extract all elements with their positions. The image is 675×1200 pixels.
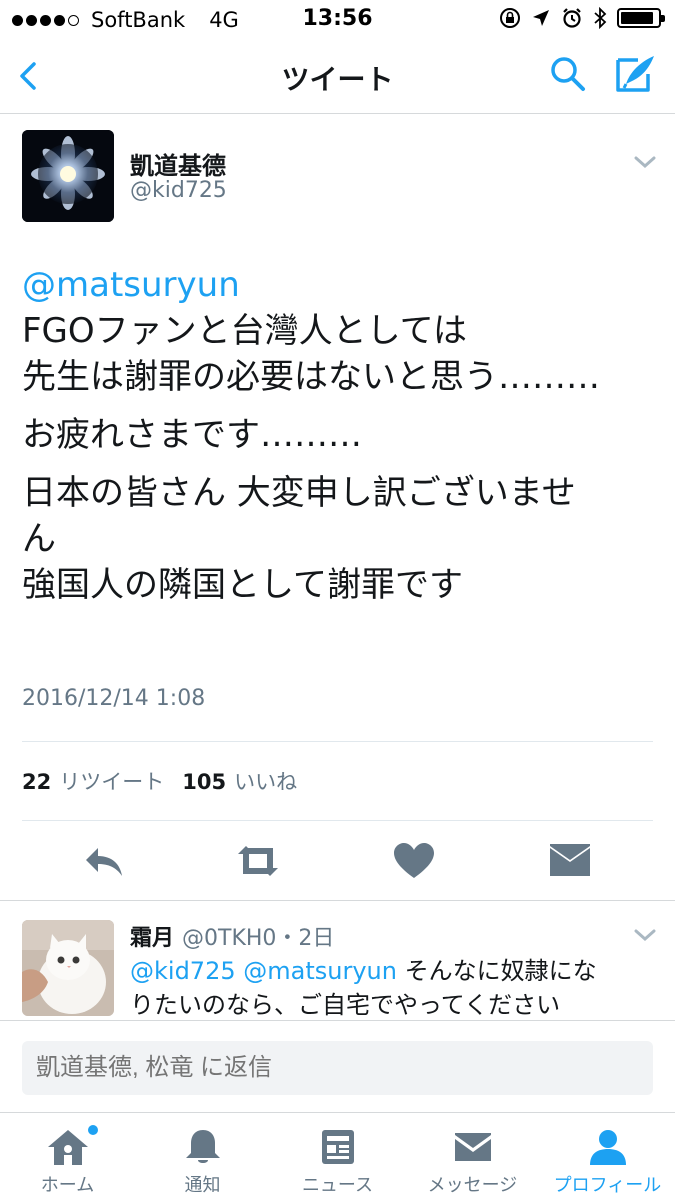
reply-mentions[interactable]: @kid725 @matsuryun [130, 957, 397, 985]
tweet-text: @matsuryun FGOファンと台灣人としては 先生は謝罪の必要はないと思う… [22, 262, 652, 608]
author-avatar[interactable] [22, 130, 114, 222]
like-label[interactable]: いいね [234, 766, 297, 796]
reply-handle-time: @0TKH0・2日 [182, 926, 335, 951]
chevron-down-icon[interactable] [630, 150, 660, 174]
retweet-label[interactable]: リツイート [59, 766, 164, 796]
heart-icon[interactable] [390, 840, 438, 882]
author-handle[interactable]: @kid725 [130, 178, 227, 203]
rotation-lock-icon [500, 8, 520, 28]
tweet-line: 日本の皆さん 大変申し訳ございませ [22, 473, 576, 513]
mention-link[interactable]: @matsuryun [22, 265, 240, 305]
direct-message-icon[interactable] [546, 840, 594, 882]
tab-label: メッセージ [427, 1175, 518, 1196]
tab-label: ニュース [301, 1175, 374, 1196]
tweet-stats: 22 リツイート 105 いいね [22, 766, 315, 796]
home-icon [48, 1130, 88, 1165]
search-icon[interactable] [548, 54, 588, 94]
tweet-line: 先生は謝罪の必要はないと思う……… [22, 357, 600, 397]
tweet-timestamp: 2016/12/14 1:08 [22, 686, 206, 711]
tab-bar: ホーム 通知 ニュース メッセージ プロフィール [0, 1112, 675, 1200]
compose-icon[interactable] [612, 52, 658, 96]
tab-notifications[interactable]: 通知 [135, 1113, 270, 1200]
battery-level [621, 12, 654, 24]
envelope-icon [455, 1133, 491, 1161]
reply-input[interactable] [22, 1041, 653, 1095]
divider [22, 820, 653, 821]
alarm-icon [563, 8, 581, 28]
bell-icon [186, 1130, 220, 1163]
tab-home[interactable]: ホーム [0, 1113, 135, 1200]
divider [22, 741, 653, 742]
reply-icon[interactable] [80, 840, 128, 882]
reply-text-line: りたいのなら、ご自宅でやってください [130, 991, 561, 1019]
person-icon [590, 1130, 626, 1165]
retweet-icon[interactable] [234, 840, 282, 882]
tab-label: 通知 [184, 1175, 221, 1196]
author-name[interactable]: 凱道基德 [130, 146, 226, 181]
tweet-line: お疲れさまです……… [22, 415, 362, 455]
reply-text-line: そんなに奴隷にな [396, 957, 597, 985]
location-icon [533, 10, 549, 26]
tab-messages[interactable]: メッセージ [405, 1113, 540, 1200]
reply-avatar[interactable] [22, 920, 114, 1016]
status-bar: SoftBank 4G 13:56 [0, 0, 675, 38]
tweet-line: ん [22, 519, 56, 559]
tweet-line: FGOファンと台灣人としては [22, 311, 467, 351]
tab-label: ホーム [40, 1175, 95, 1196]
chevron-down-icon[interactable] [630, 924, 660, 946]
news-icon [322, 1130, 354, 1164]
nav-bar: ツイート [0, 38, 675, 114]
tab-profile[interactable]: プロフィール [540, 1113, 675, 1200]
reply-bar [0, 1020, 675, 1112]
tab-news[interactable]: ニュース [270, 1113, 405, 1200]
bluetooth-icon [594, 6, 607, 30]
divider [0, 900, 675, 901]
tweet-line: 強国人の隣国として謝罪です [22, 565, 463, 605]
reply-header: 霜月 @0TKH0・2日 [130, 920, 334, 952]
notification-dot [88, 1125, 98, 1135]
retweet-count[interactable]: 22 [22, 770, 51, 794]
reply-author-name[interactable]: 霜月 [130, 920, 174, 952]
reply-text[interactable]: @kid725 @matsuryun そんなに奴隷にな りたいのなら、ご自宅でや… [130, 954, 650, 1020]
tab-label: プロフィール [553, 1175, 662, 1196]
battery-icon [617, 8, 665, 28]
like-count[interactable]: 105 [182, 770, 226, 794]
status-right [499, 6, 665, 30]
